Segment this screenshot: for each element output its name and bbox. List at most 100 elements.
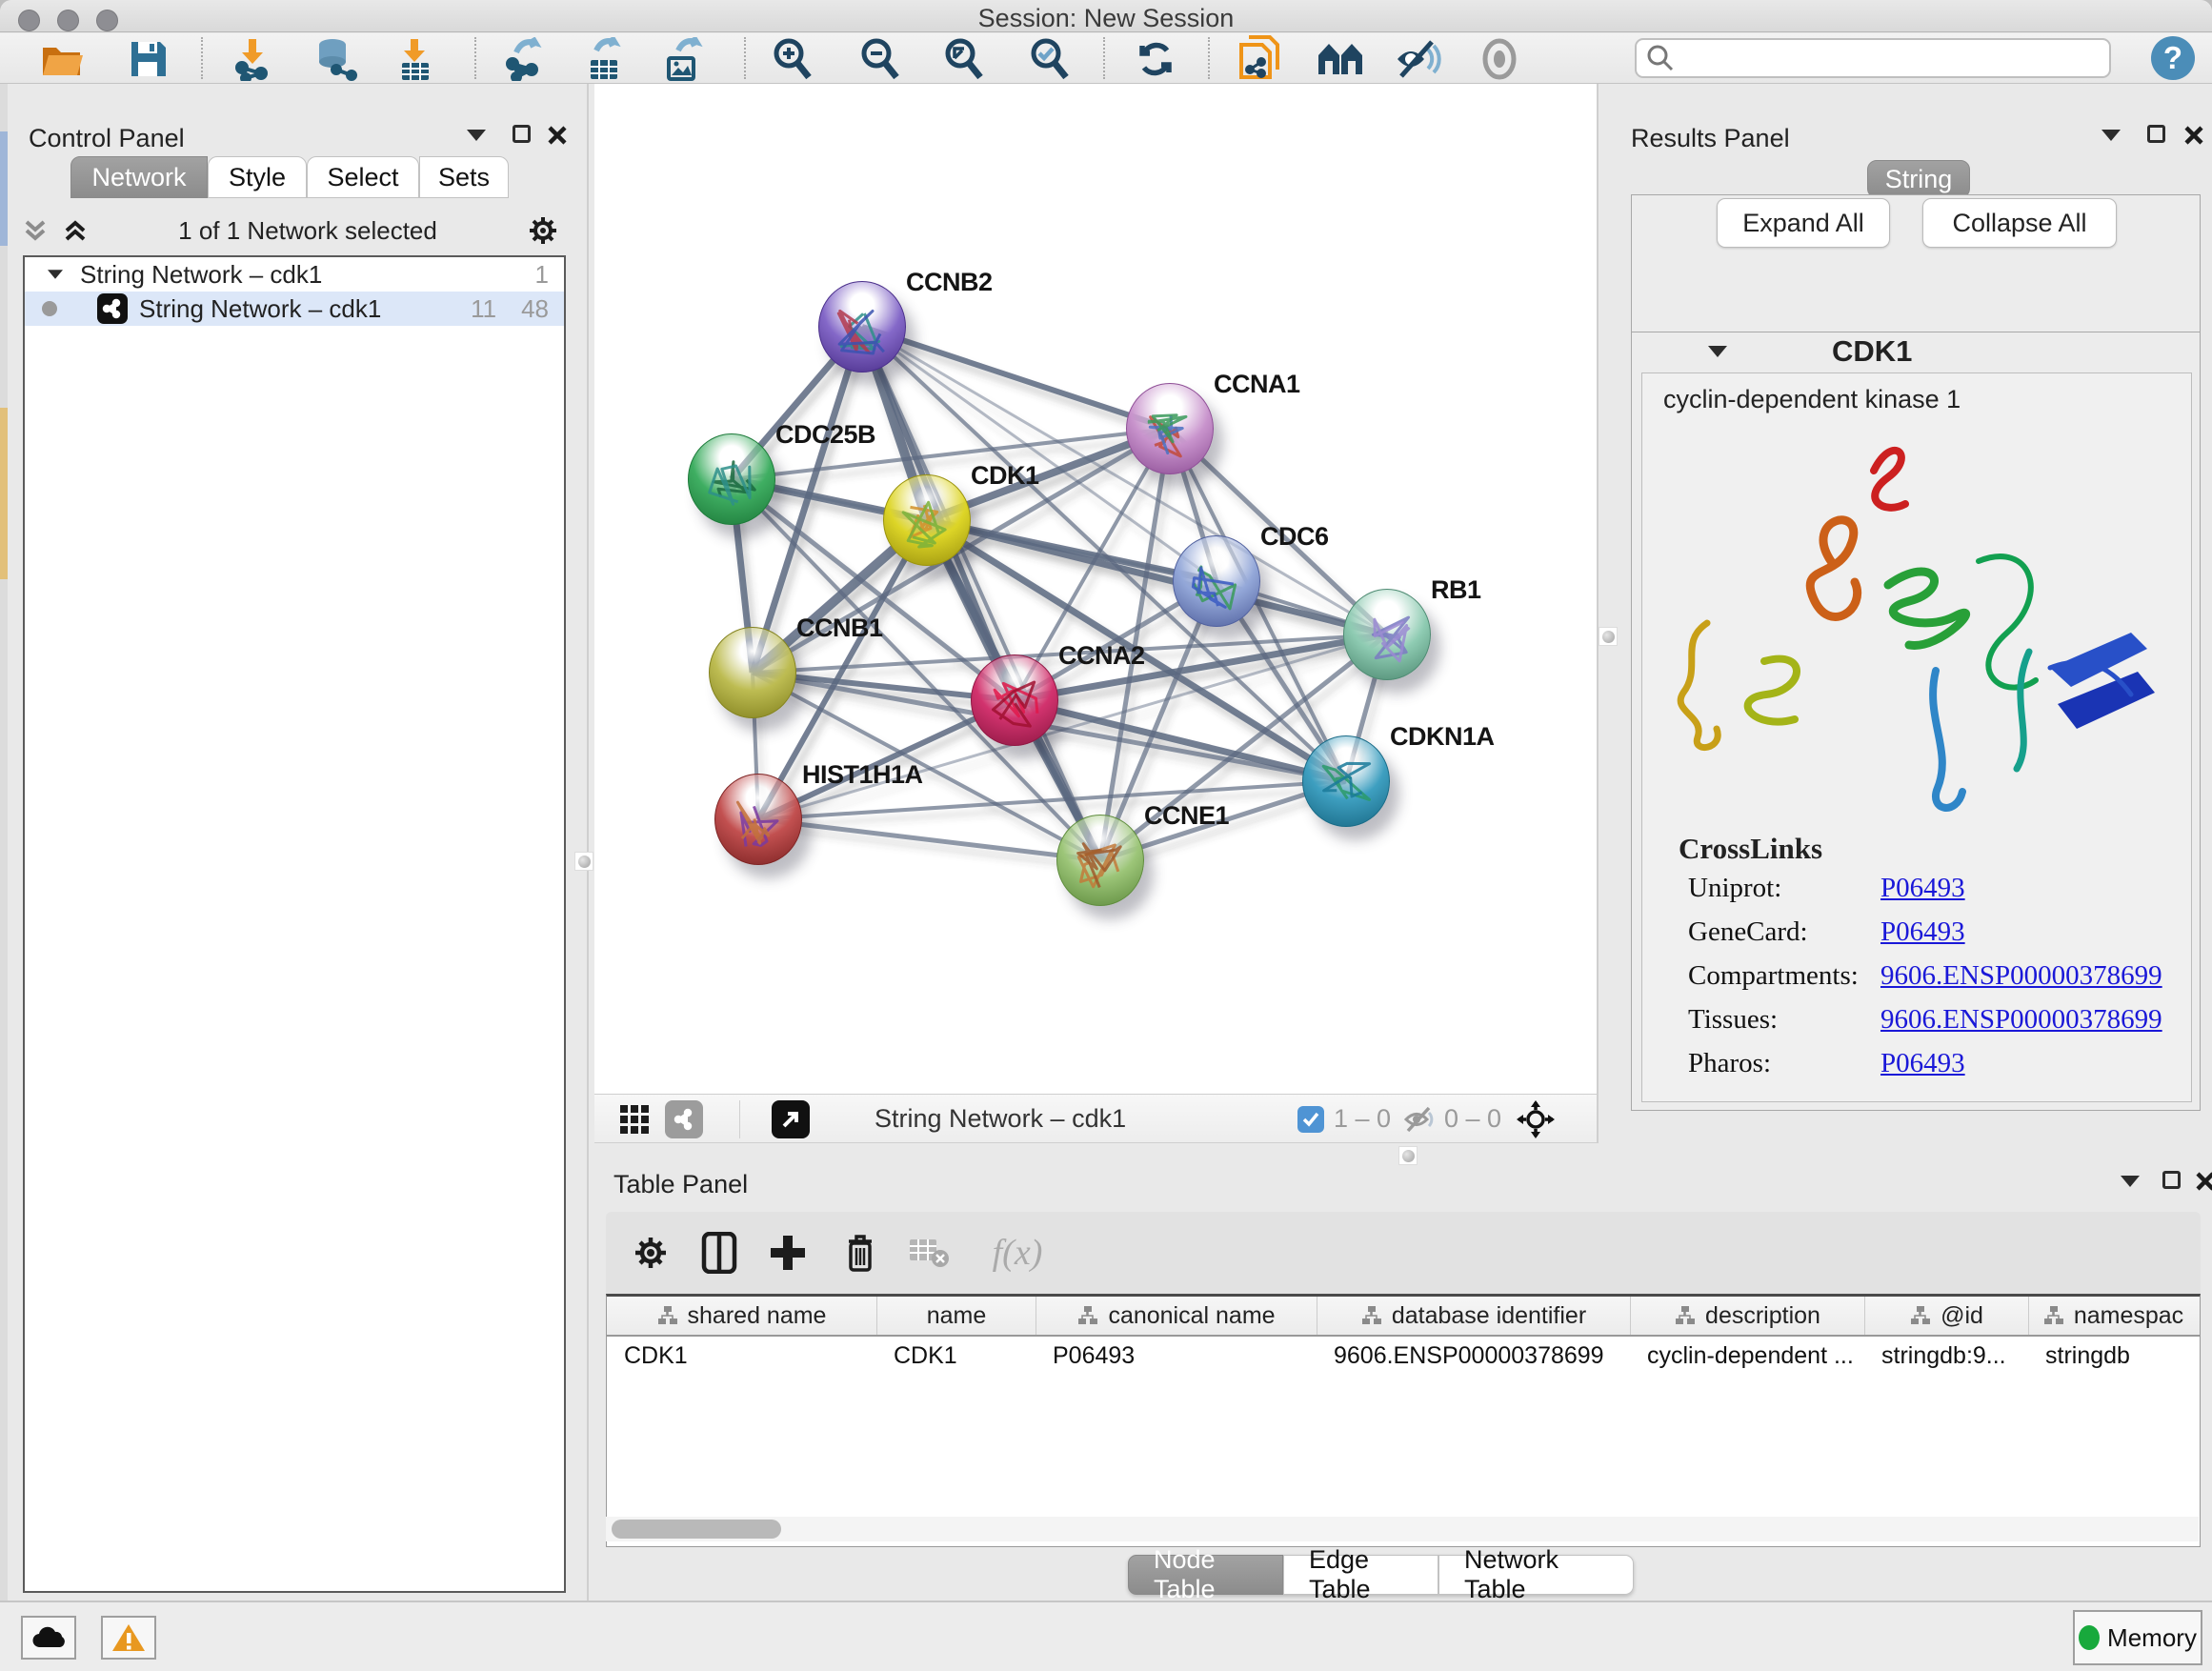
crosslink-genecard-link[interactable]: P06493 — [1880, 916, 1965, 948]
close-panel-icon[interactable] — [2183, 125, 2204, 146]
column-header[interactable]: @id — [1864, 1297, 2028, 1335]
tab-node-table[interactable]: Node Table — [1128, 1555, 1283, 1595]
network-edge[interactable] — [758, 819, 1100, 860]
export-image-button[interactable] — [659, 35, 709, 83]
network-node-CCNB2[interactable] — [818, 281, 906, 372]
network-row[interactable]: String Network – cdk1 11 48 — [25, 292, 564, 326]
table-panel-title: Table Panel — [613, 1170, 748, 1199]
crosslink-label: Compartments: — [1642, 960, 1880, 992]
divider-handle[interactable] — [1599, 627, 1618, 646]
network-edge[interactable] — [862, 327, 1170, 429]
network-node-CDKN1A[interactable] — [1302, 735, 1390, 827]
network-node-CDK1[interactable] — [883, 474, 971, 566]
export-image-icon — [663, 37, 705, 81]
tab-network-table[interactable]: Network Table — [1438, 1555, 1634, 1595]
network-view[interactable]: CCNB2CCNA1CDC25BCDK1CDC6RB1CCNB1CCNA2CDK… — [594, 84, 1597, 1094]
table-row[interactable]: CDK1 CDK1 P06493 9606.ENSP00000378699 cy… — [607, 1337, 2200, 1375]
open-in-window-icon[interactable] — [772, 1100, 810, 1138]
save-session-button[interactable] — [124, 35, 173, 83]
delete-column-icon[interactable] — [838, 1231, 882, 1275]
collection-expanded-icon[interactable] — [48, 270, 63, 279]
column-header[interactable]: database identifier — [1317, 1297, 1630, 1335]
crosslink-compartments-link[interactable]: 9606.ENSP00000378699 — [1880, 960, 2162, 992]
scrollbar-thumb[interactable] — [612, 1520, 781, 1539]
zoom-selected-button[interactable] — [1025, 35, 1075, 83]
table-horizontal-scrollbar[interactable] — [606, 1517, 2199, 1541]
gear-icon[interactable] — [526, 213, 560, 248]
show-all-button[interactable] — [1475, 35, 1524, 83]
divider-control-network[interactable] — [572, 84, 594, 1601]
network-node-CCNA1[interactable] — [1126, 383, 1214, 474]
memory-button[interactable]: Memory — [2073, 1610, 2202, 1665]
tab-style[interactable]: Style — [208, 156, 307, 198]
refresh-layout-button[interactable] — [1132, 35, 1181, 83]
tab-edge-table[interactable]: Edge Table — [1283, 1555, 1438, 1595]
import-table-button[interactable] — [391, 35, 440, 83]
divider-network-table[interactable] — [594, 1143, 2212, 1168]
network-collection-row[interactable]: String Network – cdk1 1 — [25, 257, 564, 292]
search-input[interactable] — [1635, 38, 2111, 78]
collapse-all-button[interactable]: Collapse All — [1922, 198, 2117, 248]
crosslink-tissues-link[interactable]: 9606.ENSP00000378699 — [1880, 1004, 2162, 1036]
selected-checkbox-icon[interactable] — [1297, 1106, 1324, 1133]
divider-network-results[interactable] — [1597, 84, 1619, 1143]
network-edge[interactable] — [1015, 700, 1346, 781]
panel-menu-icon[interactable] — [2121, 1176, 2140, 1187]
tab-select[interactable]: Select — [307, 156, 419, 198]
add-column-icon[interactable] — [766, 1231, 810, 1275]
open-session-button[interactable] — [38, 35, 88, 83]
network-node-CDC6[interactable] — [1173, 535, 1260, 627]
network-node-CDC25B[interactable] — [688, 433, 775, 525]
expand-all-icon[interactable] — [61, 216, 90, 245]
export-table-button[interactable] — [579, 35, 629, 83]
column-header[interactable]: namespac — [2028, 1297, 2198, 1335]
tab-network[interactable]: Network — [70, 156, 208, 198]
birds-eye-view-icon[interactable] — [615, 1100, 654, 1138]
export-network-button[interactable] — [499, 35, 549, 83]
column-header[interactable]: name — [876, 1297, 1036, 1335]
hide-selected-button[interactable] — [1393, 35, 1442, 83]
network-row-label: String Network – cdk1 — [139, 294, 381, 324]
panel-menu-icon[interactable] — [2101, 130, 2121, 141]
crosslink-uniprot-link[interactable]: P06493 — [1880, 873, 1965, 904]
float-panel-icon[interactable] — [2147, 125, 2165, 143]
protein-expand-icon[interactable] — [1708, 346, 1727, 357]
zoom-fit-button[interactable] — [939, 35, 989, 83]
import-network-button[interactable] — [229, 35, 278, 83]
network-node-CCNE1[interactable] — [1056, 815, 1144, 906]
column-header[interactable]: shared name — [607, 1297, 876, 1335]
collapse-all-icon[interactable] — [21, 216, 50, 245]
show-columns-icon[interactable] — [697, 1231, 741, 1275]
zoom-out-button[interactable] — [855, 35, 905, 83]
network-node-HIST1H1A[interactable] — [714, 774, 802, 865]
float-panel-icon[interactable] — [513, 125, 531, 143]
network-selection-summary: 1 of 1 Network selected — [90, 216, 526, 246]
panel-menu-icon[interactable] — [467, 130, 486, 141]
clone-network-button[interactable] — [1235, 35, 1284, 83]
toolbar-separator — [474, 37, 476, 79]
first-neighbors-button[interactable] — [1317, 35, 1366, 83]
cloud-status-button[interactable] — [21, 1616, 76, 1660]
column-header[interactable]: description — [1630, 1297, 1864, 1335]
control-panel-title: Control Panel — [29, 124, 185, 153]
divider-handle[interactable] — [1398, 1146, 1418, 1165]
network-node-CCNA2[interactable] — [971, 654, 1058, 746]
tab-string[interactable]: String — [1867, 160, 1970, 198]
network-node-CCNB1[interactable] — [709, 627, 796, 718]
warning-status-button[interactable] — [101, 1616, 156, 1660]
table-gear-icon[interactable] — [629, 1231, 673, 1275]
pan-crosshair-icon[interactable] — [1517, 1100, 1555, 1138]
close-panel-icon[interactable] — [2195, 1171, 2212, 1192]
network-share-icon[interactable] — [665, 1100, 703, 1138]
tab-sets[interactable]: Sets — [419, 156, 509, 198]
help-button[interactable]: ? — [2151, 36, 2195, 80]
network-node-RB1[interactable] — [1343, 589, 1431, 680]
zoom-in-button[interactable] — [768, 35, 817, 83]
import-database-button[interactable] — [311, 35, 360, 83]
crosslink-pharos-link[interactable]: P06493 — [1880, 1048, 1965, 1079]
expand-all-button[interactable]: Expand All — [1717, 198, 1890, 248]
column-header[interactable]: canonical name — [1036, 1297, 1317, 1335]
divider-handle[interactable] — [574, 852, 593, 871]
float-panel-icon[interactable] — [2162, 1171, 2181, 1189]
close-panel-icon[interactable] — [547, 125, 568, 146]
